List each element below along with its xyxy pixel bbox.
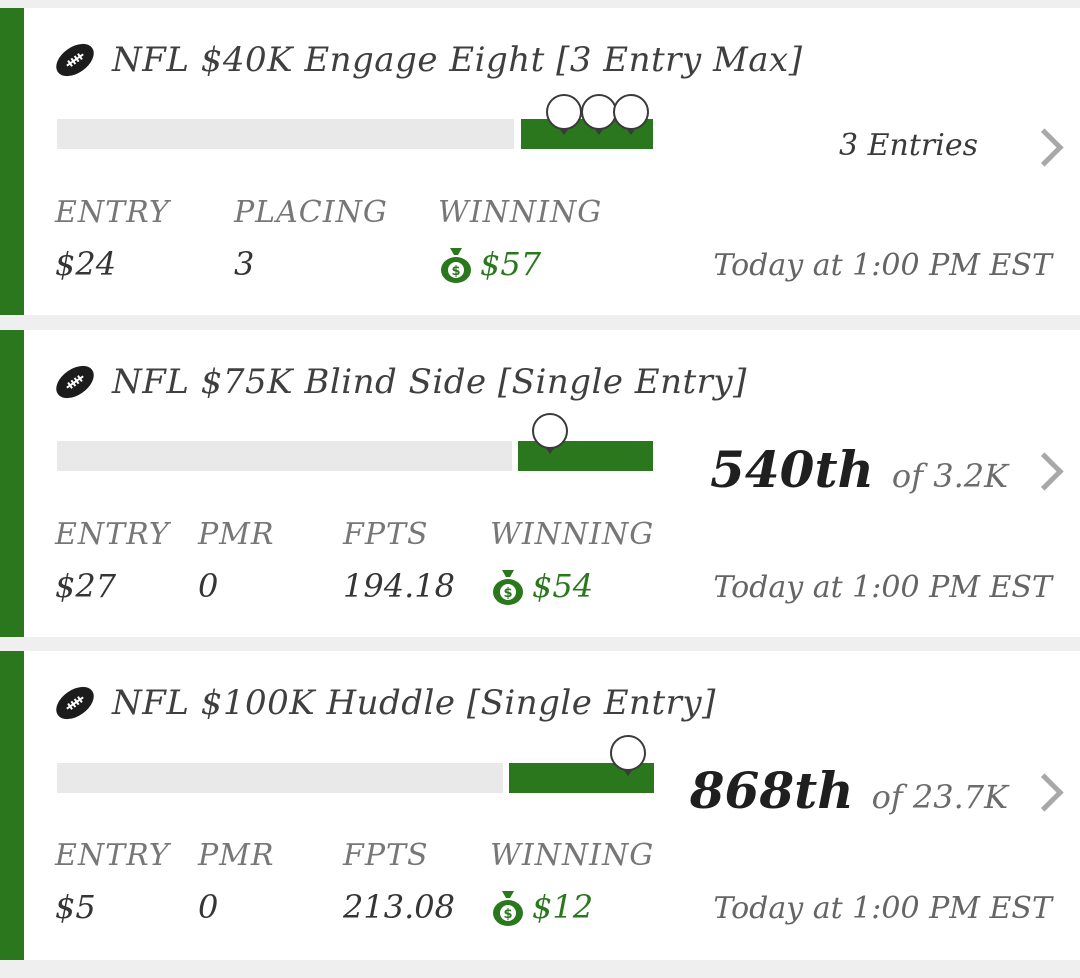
contest-title: NFL $75K Blind Side [Single Entry] xyxy=(112,362,747,402)
stat-value-winning: $57 xyxy=(480,245,542,283)
progress-track xyxy=(57,763,503,793)
progress-track xyxy=(57,119,514,149)
rank: 540th xyxy=(710,440,874,499)
money-bag-icon: $ xyxy=(493,570,523,605)
stat-value-entry: $24 xyxy=(55,245,117,283)
svg-text:$: $ xyxy=(451,264,460,279)
contest-card[interactable]: NFL $100K Huddle [Single Entry] 868th of… xyxy=(0,651,1080,960)
contest-card[interactable]: NFL $40K Engage Eight [3 Entry Max] 3 En… xyxy=(0,8,1080,315)
stat-label-winning: WINNING xyxy=(490,838,655,873)
football-icon xyxy=(56,686,94,720)
stat-value-pmr: 0 xyxy=(198,567,219,605)
stat-value-pmr: 0 xyxy=(198,888,219,926)
field-size: of 23.7K xyxy=(871,778,1008,816)
contest-title-row: NFL $40K Engage Eight [3 Entry Max] xyxy=(52,40,802,80)
contest-title: NFL $100K Huddle [Single Entry] xyxy=(112,683,716,723)
svg-text:$: $ xyxy=(503,907,512,922)
entry-marker[interactable] xyxy=(532,413,568,454)
stat-value-fpts: 194.18 xyxy=(343,567,455,605)
field-size: of 3.2K xyxy=(891,457,1008,495)
entry-marker[interactable] xyxy=(610,735,646,776)
entry-marker[interactable] xyxy=(613,94,649,135)
money-bag-icon: $ xyxy=(493,891,523,926)
start-time: Today at 1:00 PM EST xyxy=(713,891,1052,926)
contest-title-row: NFL $100K Huddle [Single Entry] xyxy=(52,683,716,723)
status-stripe xyxy=(0,330,24,637)
chevron-right-icon[interactable] xyxy=(1025,773,1064,812)
start-time: Today at 1:00 PM EST xyxy=(713,570,1052,605)
status-stripe xyxy=(0,8,24,315)
contest-title: NFL $40K Engage Eight [3 Entry Max] xyxy=(112,40,803,80)
chevron-right-icon[interactable] xyxy=(1025,452,1064,491)
rank-display: 868th of 23.7K xyxy=(690,761,1008,820)
stat-label-fpts: FPTS xyxy=(343,517,429,552)
entries-count: 3 Entries xyxy=(839,128,978,163)
stat-label-winning: WINNING xyxy=(490,517,655,552)
stat-value-winning: $12 xyxy=(532,888,594,926)
stat-value-fpts: 213.08 xyxy=(343,888,455,926)
entry-marker[interactable] xyxy=(581,94,617,135)
contest-card[interactable]: NFL $75K Blind Side [Single Entry] 540th… xyxy=(0,330,1080,637)
contest-list: NFL $40K Engage Eight [3 Entry Max] 3 En… xyxy=(0,0,1080,978)
stat-value-entry: $27 xyxy=(55,567,117,605)
football-icon xyxy=(56,365,94,399)
stat-value-winning: $54 xyxy=(532,567,594,605)
progress-track xyxy=(57,441,512,471)
contest-title-row: NFL $75K Blind Side [Single Entry] xyxy=(52,362,747,402)
rank: 868th xyxy=(689,761,854,820)
stat-label-entry: ENTRY xyxy=(55,838,170,873)
svg-text:$: $ xyxy=(503,586,512,601)
stat-value-entry: $5 xyxy=(55,888,96,926)
stat-label-pmr: PMR xyxy=(198,517,275,552)
stat-label-placing: PLACING xyxy=(234,195,388,230)
stat-label-entry: ENTRY xyxy=(55,517,170,552)
entry-marker[interactable] xyxy=(546,94,582,135)
stat-label-fpts: FPTS xyxy=(343,838,429,873)
rank-display: 540th of 3.2K xyxy=(710,440,1008,499)
stat-label-winning: WINNING xyxy=(438,195,603,230)
money-bag-icon: $ xyxy=(441,248,471,283)
stat-label-pmr: PMR xyxy=(198,838,275,873)
progress-fill xyxy=(518,441,653,471)
status-stripe xyxy=(0,651,24,960)
start-time: Today at 1:00 PM EST xyxy=(713,248,1052,283)
chevron-right-icon[interactable] xyxy=(1025,128,1064,167)
stat-value-placing: 3 xyxy=(234,245,255,283)
football-icon xyxy=(56,43,94,77)
stat-label-entry: ENTRY xyxy=(55,195,170,230)
